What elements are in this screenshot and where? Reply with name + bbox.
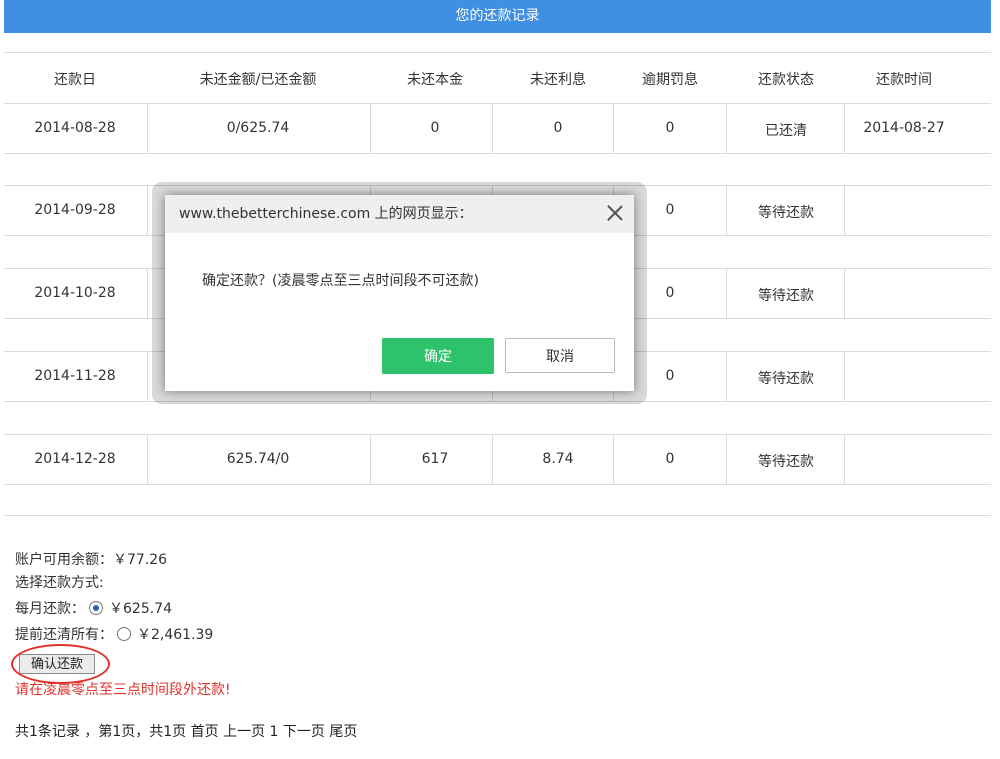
table-column-divider (726, 434, 727, 484)
table-cell: 2014-08-27 (863, 120, 945, 136)
table-column-divider (844, 185, 845, 235)
table-divider (4, 153, 991, 154)
table-column-divider (492, 103, 493, 153)
table-column-divider (726, 351, 727, 401)
prepay-option[interactable]: 提前还清所有： ￥2,461.39 (15, 624, 213, 644)
table-cell: 等待还款 (758, 205, 814, 221)
table-column-divider (726, 268, 727, 318)
table-cell: 2014-08-28 (34, 120, 116, 136)
table-column-divider (147, 351, 148, 401)
monthly-radio[interactable] (89, 601, 103, 615)
table-column-divider (147, 103, 148, 153)
table-column-divider (844, 103, 845, 153)
table-column-divider (726, 185, 727, 235)
pager-current: 1 (269, 724, 279, 740)
table-cell: 2014-09-28 (34, 202, 116, 218)
column-header: 还款日 (54, 72, 96, 88)
table-cell: 2014-10-28 (34, 285, 116, 301)
dialog-message: 确定还款？(凌晨零点至三点时间段不可还款) (202, 273, 479, 289)
pager-prev[interactable]: 上一页 (223, 724, 265, 740)
dialog-title-bar: www.thebetterchinese.com 上的网页显示： (165, 195, 634, 233)
table-column-divider (370, 103, 371, 153)
table-column-divider (844, 351, 845, 401)
dialog-title: www.thebetterchinese.com 上的网页显示： (179, 206, 473, 222)
column-header: 还款时间 (876, 72, 932, 88)
table-divider (4, 515, 991, 516)
table-cell: 2014-11-28 (34, 368, 116, 384)
page-title: 您的还款记录 (455, 8, 540, 24)
table-column-divider (613, 103, 614, 153)
balance-line: 账户可用余额：￥77.26 (15, 549, 167, 569)
monthly-value: ￥625.74 (109, 601, 172, 617)
prepay-value: ￥2,461.39 (137, 627, 214, 643)
close-icon[interactable] (606, 204, 624, 222)
monthly-label: 每月还款： (15, 601, 85, 617)
confirm-dialog: www.thebetterchinese.com 上的网页显示： 确定还款？(凌… (165, 195, 634, 391)
table-cell: 等待还款 (758, 288, 814, 304)
table-column-divider (147, 268, 148, 318)
table-divider (4, 484, 991, 485)
table-cell: 0/625.74 (226, 120, 290, 136)
table-column-divider (613, 434, 614, 484)
table-column-divider (370, 434, 371, 484)
table-column-divider (147, 434, 148, 484)
prepay-label: 提前还清所有： (15, 627, 113, 643)
dialog-cancel-button[interactable]: 取消 (505, 338, 615, 373)
dialog-ok-button[interactable]: 确定 (382, 338, 494, 374)
balance-label: 账户可用余额： (15, 552, 113, 568)
table-cell: 等待还款 (758, 371, 814, 387)
table-column-divider (844, 434, 845, 484)
page-header: 您的还款记录 (4, 0, 991, 33)
confirm-repay-button[interactable]: 确认还款 (19, 654, 95, 674)
warning-text: 请在凌晨零点至三点时间段外还款! (15, 682, 231, 698)
table-column-divider (844, 268, 845, 318)
pager-summary: 共1条记录 ，第1页，共1页 (15, 724, 187, 740)
table-cell: 2014-12-28 (34, 451, 116, 467)
pager-last[interactable]: 尾页 (329, 724, 357, 740)
table-column-divider (147, 185, 148, 235)
monthly-option[interactable]: 每月还款： ￥625.74 (15, 598, 172, 618)
table-cell: 等待还款 (758, 454, 814, 470)
table-divider (4, 103, 991, 104)
pager-first[interactable]: 首页 (191, 724, 219, 740)
prepay-radio[interactable] (117, 627, 131, 641)
table-column-divider (726, 103, 727, 153)
table-divider (4, 434, 991, 435)
table-cell: 625.74/0 (226, 451, 290, 467)
method-label: 选择还款方式: (15, 575, 104, 591)
table-divider (4, 52, 991, 53)
balance-value: ￥77.26 (113, 552, 168, 568)
table-column-divider (492, 434, 493, 484)
pager-next[interactable]: 下一页 (283, 724, 325, 740)
pagination: 共1条记录 ，第1页，共1页 首页 上一页 1 下一页 尾页 (15, 721, 357, 741)
column-header: 未还金额/已还金额 (199, 72, 317, 88)
